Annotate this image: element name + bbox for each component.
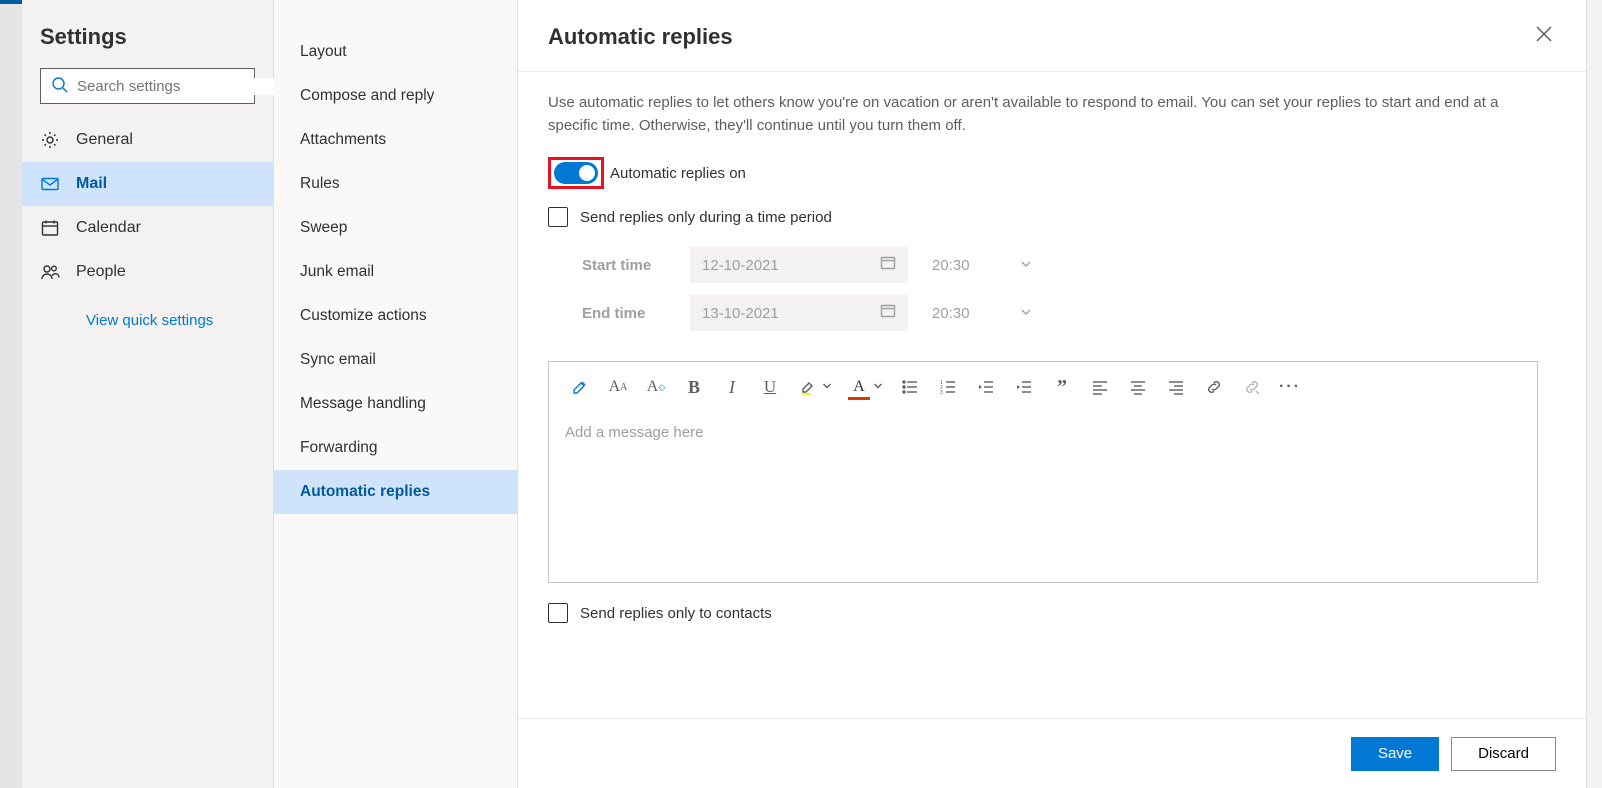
unlink-icon[interactable]	[1241, 375, 1263, 399]
settings-title: Settings	[22, 24, 273, 68]
font-icon[interactable]: AA	[607, 375, 629, 399]
chevron-down-icon	[1020, 305, 1032, 322]
subnav-layout[interactable]: Layout	[274, 30, 517, 74]
sidebar-item-label: People	[76, 263, 126, 281]
settings-sidebar: Settings General Mail Calendar People Vi…	[22, 0, 274, 788]
subnav-rules[interactable]: Rules	[274, 162, 517, 206]
save-button[interactable]: Save	[1351, 737, 1439, 771]
outdent-icon[interactable]	[975, 375, 997, 399]
view-quick-settings-link[interactable]: View quick settings	[22, 294, 273, 329]
page-title: Automatic replies	[548, 24, 733, 50]
subnav-automatic-replies[interactable]: Automatic replies	[274, 470, 517, 514]
gear-icon	[40, 130, 62, 150]
contacts-only-label: Send replies only to contacts	[580, 605, 772, 622]
start-time-label: Start time	[582, 257, 672, 274]
sidebar-item-calendar[interactable]: Calendar	[22, 206, 273, 250]
mail-subnav: Layout Compose and reply Attachments Rul…	[274, 0, 518, 788]
people-icon	[40, 262, 62, 282]
calendar-icon	[880, 255, 896, 275]
editor-toolbar: AA A◇ B I U A	[549, 362, 1537, 412]
link-icon[interactable]	[1203, 375, 1225, 399]
search-input[interactable]	[77, 78, 276, 95]
align-center-icon[interactable]	[1127, 375, 1149, 399]
sidebar-item-general[interactable]: General	[22, 118, 273, 162]
end-time-label: End time	[582, 305, 672, 322]
sidebar-item-mail[interactable]: Mail	[22, 162, 273, 206]
bullet-list-icon[interactable]	[899, 375, 921, 399]
end-time-picker[interactable]: 20:30	[926, 295, 1042, 331]
annotation-highlight	[548, 157, 604, 189]
main-panel: Automatic replies Use automatic replies …	[518, 0, 1586, 788]
time-period-label: Send replies only during a time period	[580, 209, 832, 226]
intro-text: Use automatic replies to let others know…	[548, 92, 1528, 137]
subnav-junk-email[interactable]: Junk email	[274, 250, 517, 294]
font-color-icon[interactable]: A	[848, 375, 870, 399]
start-time-value: 20:30	[932, 257, 970, 274]
subnav-forwarding[interactable]: Forwarding	[274, 426, 517, 470]
chevron-down-icon[interactable]	[873, 381, 883, 394]
italic-icon[interactable]: I	[721, 375, 743, 399]
start-date-value: 12-10-2021	[702, 257, 779, 274]
subnav-customize-actions[interactable]: Customize actions	[274, 294, 517, 338]
end-date-picker[interactable]: 13-10-2021	[690, 295, 908, 331]
chevron-down-icon	[1020, 257, 1032, 274]
sidebar-item-label: Mail	[76, 175, 107, 193]
sidebar-item-people[interactable]: People	[22, 250, 273, 294]
numbered-list-icon[interactable]: 123	[937, 375, 959, 399]
subnav-sync-email[interactable]: Sync email	[274, 338, 517, 382]
footer-bar: Save Discard	[518, 718, 1586, 788]
subnav-attachments[interactable]: Attachments	[274, 118, 517, 162]
time-period-checkbox[interactable]	[548, 207, 568, 227]
bold-icon[interactable]: B	[683, 375, 705, 399]
paint-format-icon[interactable]	[569, 375, 591, 399]
indent-icon[interactable]	[1013, 375, 1035, 399]
svg-text:3: 3	[940, 390, 943, 396]
subnav-sweep[interactable]: Sweep	[274, 206, 517, 250]
close-icon[interactable]	[1532, 22, 1556, 51]
subnav-compose-and-reply[interactable]: Compose and reply	[274, 74, 517, 118]
font-size-icon[interactable]: A◇	[645, 375, 667, 399]
subnav-message-handling[interactable]: Message handling	[274, 382, 517, 426]
sidebar-item-label: General	[76, 131, 133, 149]
scrollbar-track[interactable]	[1586, 0, 1602, 788]
align-right-icon[interactable]	[1165, 375, 1187, 399]
automatic-replies-toggle[interactable]	[554, 162, 598, 184]
search-icon	[51, 76, 69, 97]
more-icon[interactable]: ···	[1279, 375, 1301, 399]
message-editor: AA A◇ B I U A	[548, 361, 1538, 583]
editor-textarea[interactable]: Add a message here	[549, 412, 1537, 582]
toggle-label: Automatic replies on	[610, 165, 746, 182]
start-time-picker[interactable]: 20:30	[926, 247, 1042, 283]
calendar-icon	[880, 303, 896, 323]
mail-icon	[40, 174, 62, 194]
end-date-value: 13-10-2021	[702, 305, 779, 322]
editor-placeholder: Add a message here	[565, 424, 703, 441]
contacts-only-checkbox[interactable]	[548, 603, 568, 623]
end-time-value: 20:30	[932, 305, 970, 322]
quote-icon[interactable]: ”	[1051, 375, 1073, 399]
highlight-icon[interactable]	[797, 375, 819, 399]
start-date-picker[interactable]: 12-10-2021	[690, 247, 908, 283]
align-left-icon[interactable]	[1089, 375, 1111, 399]
chevron-down-icon[interactable]	[822, 381, 832, 394]
obscured-background	[0, 0, 22, 788]
discard-button[interactable]: Discard	[1451, 737, 1556, 771]
search-settings-box[interactable]	[40, 68, 255, 104]
underline-icon[interactable]: U	[759, 375, 781, 399]
calendar-icon	[40, 218, 62, 238]
sidebar-item-label: Calendar	[76, 219, 141, 237]
